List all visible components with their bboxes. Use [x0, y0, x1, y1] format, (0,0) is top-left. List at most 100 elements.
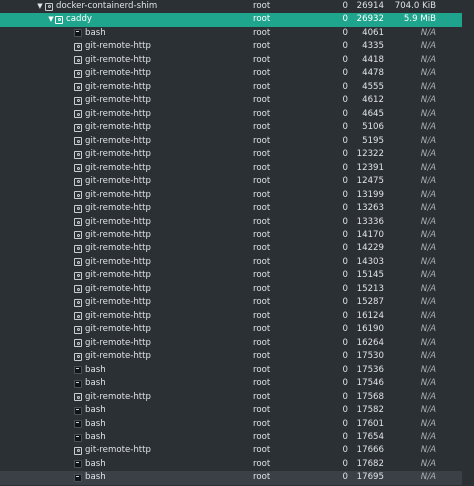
process-row[interactable]: git-remote-http root 0 17568 N/A	[0, 391, 474, 404]
process-row[interactable]: bash root 0 17546 N/A	[0, 377, 474, 390]
process-pid: 12475	[356, 176, 384, 187]
process-pid: 14303	[356, 256, 384, 267]
process-row[interactable]: git-remote-http root 0 4418 N/A	[0, 54, 474, 67]
process-name: git-remote-http	[85, 270, 151, 281]
terminal-icon	[74, 29, 82, 38]
process-row[interactable]: git-remote-http root 0 15213 N/A	[0, 283, 474, 296]
process-nice: 0	[342, 324, 348, 335]
process-name: bash	[85, 418, 106, 429]
process-memory: N/A	[420, 418, 436, 429]
process-memory: N/A	[420, 81, 436, 92]
process-nice: 0	[342, 41, 348, 52]
process-row[interactable]: git-remote-http root 0 16190 N/A	[0, 323, 474, 336]
process-row[interactable]: git-remote-http root 0 12475 N/A	[0, 175, 474, 188]
process-icon	[74, 42, 82, 51]
process-pid: 4645	[362, 108, 384, 119]
process-row[interactable]: ▼ caddy root 0 26932 5.9 MiB	[0, 13, 474, 27]
process-nice: 0	[342, 68, 348, 79]
process-row[interactable]: git-remote-http root 0 12391 N/A	[0, 162, 474, 175]
process-nice: 0	[342, 149, 348, 160]
process-icon	[74, 352, 82, 361]
expand-arrow-icon[interactable]: ▼	[47, 13, 55, 26]
process-row[interactable]: git-remote-http root 0 5106 N/A	[0, 121, 474, 134]
process-name: git-remote-http	[85, 283, 151, 294]
process-row[interactable]: bash root 0 4061 N/A	[0, 27, 474, 40]
process-nice: 0	[342, 122, 348, 133]
process-pid: 4555	[362, 81, 384, 92]
process-pid: 26914	[356, 1, 384, 11]
process-nice: 0	[342, 256, 348, 267]
process-row[interactable]: git-remote-http root 0 17666 N/A	[0, 444, 474, 457]
process-row[interactable]: git-remote-http root 0 5195 N/A	[0, 135, 474, 148]
process-row[interactable]: ▼ docker-containerd-shim root 0 26914 704.0 K…	[0, 0, 474, 13]
process-memory: N/A	[420, 162, 436, 173]
process-icon	[74, 298, 82, 307]
process-name: git-remote-http	[85, 189, 151, 200]
process-user: root	[253, 378, 271, 389]
process-row[interactable]: git-remote-http root 0 4335 N/A	[0, 40, 474, 53]
process-name: git-remote-http	[85, 216, 151, 227]
process-icon	[74, 177, 82, 186]
process-row[interactable]: git-remote-http root 0 16264 N/A	[0, 337, 474, 350]
process-memory: N/A	[420, 54, 436, 65]
process-name: docker-containerd-shim	[56, 1, 158, 11]
process-name: bash	[85, 378, 106, 389]
process-memory: N/A	[420, 108, 436, 119]
process-row[interactable]: git-remote-http root 0 4612 N/A	[0, 94, 474, 107]
process-memory: N/A	[420, 378, 436, 389]
process-name: git-remote-http	[85, 149, 151, 160]
process-row[interactable]: bash root 0 17536 N/A	[0, 364, 474, 377]
process-memory: N/A	[420, 310, 436, 321]
process-name: git-remote-http	[85, 243, 151, 254]
process-icon	[74, 96, 82, 105]
expand-arrow-icon[interactable]: ▼	[36, 0, 44, 13]
process-row[interactable]: git-remote-http root 0 14303 N/A	[0, 256, 474, 269]
process-row[interactable]: git-remote-http root 0 15145 N/A	[0, 269, 474, 282]
process-icon	[74, 204, 82, 213]
process-row[interactable]: git-remote-http root 0 4555 N/A	[0, 81, 474, 94]
process-icon	[74, 69, 82, 78]
process-user: root	[253, 135, 271, 146]
process-nice: 0	[342, 203, 348, 214]
process-row[interactable]: git-remote-http root 0 16124 N/A	[0, 310, 474, 323]
process-pid: 17546	[356, 378, 384, 389]
process-nice: 0	[342, 405, 348, 416]
process-name: git-remote-http	[85, 95, 151, 106]
process-memory: N/A	[420, 243, 436, 254]
process-user: root	[253, 122, 271, 133]
process-row[interactable]: git-remote-http root 0 12322 N/A	[0, 148, 474, 161]
process-row[interactable]: git-remote-http root 0 17530 N/A	[0, 350, 474, 363]
process-user: root	[253, 68, 271, 79]
process-pid: 17695	[356, 472, 384, 483]
process-row[interactable]: bash root 0 17601 N/A	[0, 418, 474, 431]
process-user: root	[253, 54, 271, 65]
process-memory: N/A	[420, 176, 436, 187]
scrollbar-track[interactable]	[462, 0, 474, 486]
process-name: bash	[85, 458, 106, 469]
process-row[interactable]: git-remote-http root 0 14229 N/A	[0, 242, 474, 255]
process-pid: 16124	[356, 310, 384, 321]
process-memory: N/A	[420, 41, 436, 52]
process-user: root	[253, 337, 271, 348]
process-row[interactable]: bash root 0 17654 N/A	[0, 431, 474, 444]
process-pid: 17666	[356, 445, 384, 456]
process-user: root	[253, 203, 271, 214]
process-row[interactable]: bash root 0 17682 N/A	[0, 458, 474, 471]
process-row[interactable]: git-remote-http root 0 13199 N/A	[0, 189, 474, 202]
process-name: git-remote-http	[85, 297, 151, 308]
process-icon	[74, 218, 82, 226]
process-row[interactable]: git-remote-http root 0 15287 N/A	[0, 296, 474, 309]
process-row[interactable]: git-remote-http root 0 13263 N/A	[0, 202, 474, 215]
process-row[interactable]: git-remote-http root 0 13336 N/A	[0, 216, 474, 229]
process-user: root	[253, 229, 271, 240]
process-nice: 0	[342, 243, 348, 254]
process-row[interactable]: git-remote-http root 0 4645 N/A	[0, 108, 474, 121]
process-row[interactable]: git-remote-http root 0 14170 N/A	[0, 229, 474, 242]
process-pid: 12322	[356, 149, 384, 160]
process-row[interactable]: bash root 0 17695 N/A	[0, 471, 474, 485]
process-row[interactable]: bash root 0 17582 N/A	[0, 404, 474, 417]
process-nice: 0	[342, 283, 348, 294]
process-user: root	[253, 472, 271, 483]
process-row[interactable]: git-remote-http root 0 4478 N/A	[0, 67, 474, 80]
process-nice: 0	[342, 351, 348, 362]
